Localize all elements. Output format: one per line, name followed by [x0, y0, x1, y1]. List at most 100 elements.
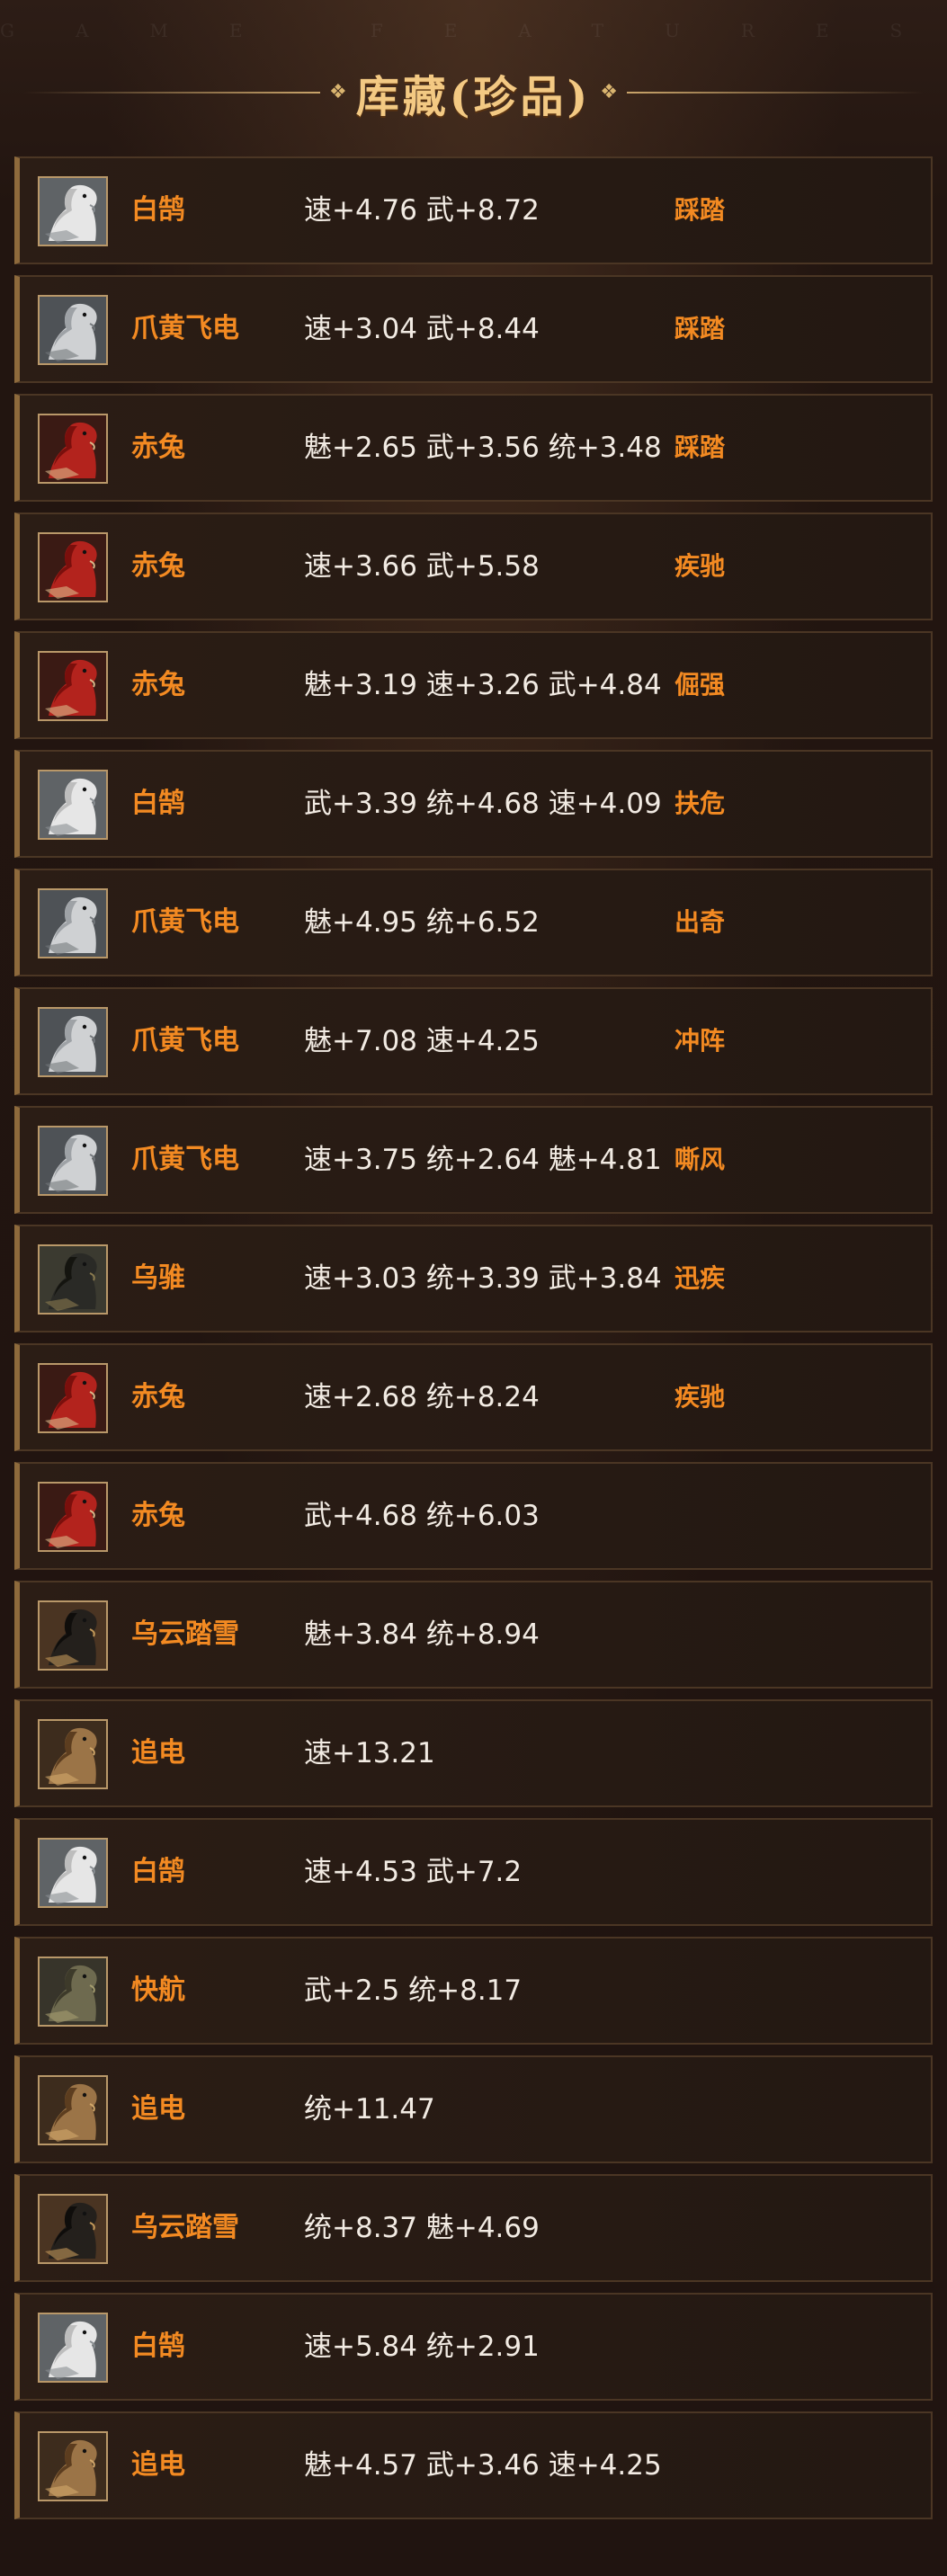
list-item[interactable]: 追电 速+13.21 [14, 1699, 933, 1807]
item-name: 爪黄飞电 [131, 906, 239, 938]
list-item[interactable]: 追电 统+11.47 [14, 2055, 933, 2163]
item-name: 爪黄飞电 [131, 1144, 239, 1175]
item-stats: 速+2.68 统+8.24 [304, 1381, 540, 1413]
item-name: 赤兔 [131, 1500, 185, 1531]
list-item[interactable]: 爪黄飞电 速+3.04 武+8.44 踩踏 [14, 275, 933, 383]
item-stats: 统+8.37 魅+4.69 [304, 2212, 540, 2244]
item-stats: 速+5.84 统+2.91 [304, 2331, 540, 2363]
page-title: 库藏(珍品) [355, 72, 592, 122]
item-name: 赤兔 [131, 1381, 185, 1413]
item-name: 乌云踏雪 [131, 1618, 239, 1650]
brown-horse-icon [38, 2431, 108, 2501]
item-skill: 踩踏 [675, 432, 726, 462]
white-horse-icon [38, 176, 108, 246]
item-stats: 速+3.66 武+5.58 [304, 550, 540, 583]
black-horse-icon [38, 1244, 108, 1315]
item-stats: 魅+3.19 速+3.26 武+4.84 [304, 669, 662, 701]
list-item[interactable]: 爪黄飞电 魅+4.95 统+6.52 出奇 [14, 869, 933, 976]
list-item[interactable]: 赤兔 速+3.66 武+5.58 疾驰 [14, 513, 933, 620]
gray-horse-icon [38, 1126, 108, 1196]
item-name: 赤兔 [131, 550, 185, 582]
item-name: 乌骓 [131, 1262, 185, 1294]
item-skill: 嘶风 [675, 1145, 726, 1174]
list-item[interactable]: 白鹄 速+5.84 统+2.91 [14, 2293, 933, 2401]
title-divider-right [626, 92, 924, 94]
item-skill: 踩踏 [675, 314, 726, 343]
item-stats: 魅+3.84 统+8.94 [304, 1618, 540, 1651]
item-stats: 速+3.04 武+8.44 [304, 313, 540, 345]
item-stats: 魅+7.08 速+4.25 [304, 1025, 540, 1057]
item-name: 爪黄飞电 [131, 313, 239, 344]
list-item[interactable]: 赤兔 魅+2.65 武+3.56 统+3.48 踩踏 [14, 394, 933, 502]
list-item[interactable]: 乌骓 速+3.03 统+3.39 武+3.84 迅疾 [14, 1225, 933, 1333]
item-stats: 速+4.76 武+8.72 [304, 194, 540, 227]
list-item[interactable]: 乌云踏雪 统+8.37 魅+4.69 [14, 2174, 933, 2282]
list-item[interactable]: 赤兔 速+2.68 统+8.24 疾驰 [14, 1343, 933, 1451]
list-item[interactable]: 乌云踏雪 魅+3.84 统+8.94 [14, 1581, 933, 1689]
list-item[interactable]: 快航 武+2.5 统+8.17 [14, 1937, 933, 2045]
item-stats: 速+3.03 统+3.39 武+3.84 [304, 1262, 662, 1295]
gray-horse-icon [38, 1007, 108, 1077]
item-skill: 迅疾 [675, 1263, 726, 1293]
item-skill: 疾驰 [675, 551, 726, 581]
item-name: 白鹄 [131, 1856, 185, 1887]
item-stats: 速+4.53 武+7.2 [304, 1856, 523, 1888]
item-name: 赤兔 [131, 669, 185, 700]
brown-horse-icon [38, 2075, 108, 2145]
item-name: 爪黄飞电 [131, 1025, 239, 1056]
item-skill: 倔强 [675, 670, 726, 700]
list-item[interactable]: 赤兔 魅+3.19 速+3.26 武+4.84 倔强 [14, 631, 933, 739]
list-item[interactable]: 白鹄 速+4.76 武+8.72 踩踏 [14, 156, 933, 264]
olive-horse-icon [38, 1957, 108, 2027]
red-horse-icon [38, 532, 108, 602]
gray-horse-icon [38, 888, 108, 958]
item-stats: 速+13.21 [304, 1737, 435, 1769]
red-horse-icon [38, 1482, 108, 1552]
item-stats: 武+3.39 统+4.68 速+4.09 [304, 788, 662, 820]
item-skill: 踩踏 [675, 195, 726, 225]
item-skill: 冲阵 [675, 1026, 726, 1056]
ornament-right-icon: ❖ [600, 81, 618, 103]
brown-horse-icon [38, 1719, 108, 1789]
item-stats: 魅+4.57 武+3.46 速+4.25 [304, 2449, 662, 2482]
watermark-text: GAME FEATURES [0, 20, 947, 41]
item-name: 追电 [131, 1737, 185, 1769]
item-name: 追电 [131, 2093, 185, 2125]
item-stats: 武+2.5 统+8.17 [304, 1974, 523, 2007]
item-name: 乌云踏雪 [131, 2212, 239, 2243]
list-item[interactable]: 爪黄飞电 速+3.75 统+2.64 魅+4.81 嘶风 [14, 1106, 933, 1214]
item-stats: 魅+4.95 统+6.52 [304, 906, 540, 939]
red-horse-icon [38, 1363, 108, 1433]
list-item[interactable]: 爪黄飞电 魅+7.08 速+4.25 冲阵 [14, 987, 933, 1095]
item-name: 白鹄 [131, 788, 185, 819]
list-item[interactable]: 赤兔 武+4.68 统+6.03 [14, 1462, 933, 1570]
white-horse-icon [38, 2313, 108, 2383]
item-stats: 速+3.75 统+2.64 魅+4.81 [304, 1144, 662, 1176]
title-divider-left [23, 92, 321, 94]
red-horse-icon [38, 651, 108, 721]
item-name: 白鹄 [131, 194, 185, 226]
item-skill: 出奇 [675, 907, 726, 937]
red-horse-icon [38, 414, 108, 484]
dark-horse-icon [38, 1600, 108, 1671]
item-name: 追电 [131, 2449, 185, 2481]
item-skill: 疾驰 [675, 1382, 726, 1412]
item-stats: 魅+2.65 武+3.56 统+3.48 [304, 432, 662, 464]
item-name: 赤兔 [131, 432, 185, 463]
list-item[interactable]: 追电 魅+4.57 武+3.46 速+4.25 [14, 2411, 933, 2519]
item-skill: 扶危 [675, 789, 726, 818]
list-item[interactable]: 白鹄 武+3.39 统+4.68 速+4.09 扶危 [14, 750, 933, 858]
ornament-left-icon: ❖ [329, 81, 347, 103]
white-horse-icon [38, 770, 108, 840]
dark-horse-icon [38, 2194, 108, 2264]
title-bar: ❖ 库藏(珍品) ❖ [0, 61, 947, 124]
item-name: 白鹄 [131, 2331, 185, 2362]
gray-horse-icon [38, 295, 108, 365]
item-stats: 统+11.47 [304, 2093, 435, 2126]
item-stats: 武+4.68 统+6.03 [304, 1500, 540, 1532]
white-horse-icon [38, 1838, 108, 1908]
list-item[interactable]: 白鹄 速+4.53 武+7.2 [14, 1818, 933, 1926]
item-name: 快航 [131, 1974, 185, 2006]
page: GAME FEATURES ❖ 库藏(珍品) ❖ 白鹄 速+4.76 武+8.72… [0, 0, 947, 2576]
item-list: 白鹄 速+4.76 武+8.72 踩踏 爪黄飞电 速+3.04 武+8.44 踩踏 赤兔 魅+… [14, 156, 933, 2530]
